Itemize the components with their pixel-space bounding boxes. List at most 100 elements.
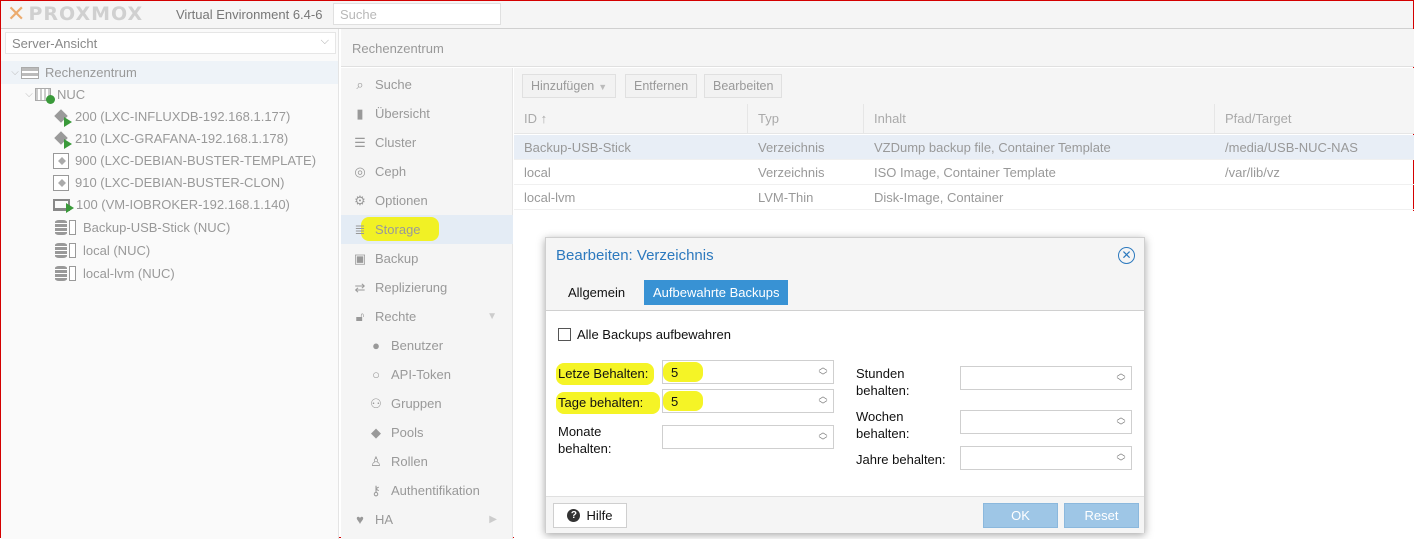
keep-yearly-input[interactable]: ︿ ﹀: [960, 446, 1132, 470]
menu-item-backup[interactable]: ▣ Backup: [341, 244, 513, 273]
book-icon: ▮: [356, 105, 364, 121]
content-title-text: Rechenzentrum: [352, 41, 444, 56]
version-label: Virtual Environment 6.4-6: [176, 7, 323, 22]
column-header-label: ID ↑: [524, 111, 548, 126]
tree-item-storage-local[interactable]: local (NUC): [1, 239, 338, 262]
ok-button[interactable]: OK: [983, 503, 1058, 528]
menu-item-optionen[interactable]: ⚙ Optionen: [341, 186, 513, 215]
column-header-type[interactable]: Typ: [748, 104, 864, 133]
tree-item-node[interactable]: ⌵ NUC: [1, 83, 338, 106]
menu-item-rollen[interactable]: ♙ Rollen: [341, 447, 513, 476]
menu-item-label: HA: [375, 512, 394, 527]
database-icon: ≣: [354, 221, 366, 237]
menu-item-replizierung[interactable]: ⇄ Replizierung: [341, 273, 513, 302]
menu-item-cluster[interactable]: ☰ Cluster: [341, 128, 513, 157]
edit-directory-dialog: Bearbeiten: Verzeichnis ✕ Allgemein Aufb…: [545, 237, 1145, 533]
unlock-icon: 🔓︎: [355, 308, 365, 324]
column-header-path[interactable]: Pfad/Target: [1215, 104, 1414, 133]
cell-type: LVM-Thin: [758, 189, 814, 205]
user-icon: ●: [372, 337, 380, 353]
tree-item-label: 200 (LXC-INFLUXDB-192.168.1.177): [75, 109, 291, 124]
tree-item-ct-900[interactable]: 900 (LXC-DEBIAN-BUSTER-TEMPLATE): [1, 149, 338, 172]
chevron-down-icon: ▼: [598, 82, 608, 92]
column-header-id[interactable]: ID ↑: [514, 104, 748, 133]
tree-item-vm-100[interactable]: 100 (VM-IOBROKER-192.168.1.140): [1, 193, 338, 216]
tree-item-ct-210[interactable]: 210 (LXC-GRAFANA-192.168.1.178): [1, 127, 338, 150]
add-button[interactable]: Hinzufügen ▼: [522, 74, 617, 98]
gear-icon: ⚙: [354, 192, 366, 208]
collapse-icon[interactable]: ⌵: [23, 89, 35, 100]
keep-all-checkbox[interactable]: Alle Backups aufbewahren: [558, 327, 731, 342]
keep-weekly-input[interactable]: ︿ ﹀: [960, 410, 1132, 434]
floppy-icon: ▣: [353, 250, 367, 266]
datacenter-menu: ⌕ Suche ▮ Übersicht ☰ Cluster ◎ Ceph ⚙ Option…: [341, 68, 513, 539]
menu-item-ha[interactable]: ♥ HA ▶: [341, 505, 513, 534]
edit-button[interactable]: Bearbeiten: [704, 74, 783, 98]
remove-button[interactable]: Entfernen: [625, 74, 698, 98]
menu-item-label: Pools: [391, 425, 424, 440]
collapse-icon[interactable]: ⌵: [9, 67, 21, 78]
keep-last-input[interactable]: 5 ︿ ﹀: [662, 360, 834, 384]
cell-id: local-lvm: [524, 189, 576, 205]
search-input[interactable]: [333, 3, 501, 25]
key-icon: ⚷: [371, 482, 381, 498]
table-row[interactable]: local-lvm LVM-Thin Disk-Image, Container: [514, 185, 1414, 210]
column-header-content[interactable]: Inhalt: [864, 104, 1215, 133]
tree-item-ct-910[interactable]: 910 (LXC-DEBIAN-BUSTER-CLON): [1, 171, 338, 194]
chevron-down-icon: ⌵: [320, 35, 329, 47]
menu-item-label: Ceph: [375, 164, 407, 179]
keep-daily-value: 5: [671, 394, 679, 409]
tree-item-label: local (NUC): [83, 243, 151, 258]
tree-item-label: 900 (LXC-DEBIAN-BUSTER-TEMPLATE): [75, 153, 317, 168]
chevron-right-icon: ▶: [489, 514, 497, 525]
menu-item-benutzer[interactable]: ● Benutzer: [341, 331, 513, 360]
spinner-arrows-icon[interactable]: ︿ ﹀: [817, 363, 829, 381]
spinner-arrows-icon[interactable]: ︿ ﹀: [1115, 413, 1127, 431]
tab-general[interactable]: Allgemein: [559, 280, 634, 305]
view-select-value: Server-Ansicht: [12, 36, 98, 51]
spinner-arrows-icon[interactable]: ︿ ﹀: [817, 392, 829, 410]
tree-item-storage-backup[interactable]: Backup-USB-Stick (NUC): [1, 216, 338, 239]
menu-item-storage[interactable]: ≣ Storage: [341, 215, 513, 244]
node-icon: [35, 88, 55, 104]
spinner-arrows-icon[interactable]: ︿ ﹀: [1115, 449, 1127, 467]
column-header-label: Inhalt: [874, 111, 906, 126]
reset-button-label: Reset: [1084, 508, 1119, 523]
reset-button[interactable]: Reset: [1064, 503, 1139, 528]
cell-path: /media/USB-NUC-NAS: [1225, 139, 1358, 155]
tree-item-datacenter[interactable]: ⌵ Rechenzentrum: [1, 61, 338, 84]
table-row[interactable]: local Verzeichnis ISO Image, Container T…: [514, 160, 1414, 185]
menu-item-rechte[interactable]: 🔓︎ Rechte ▼: [341, 302, 513, 331]
dialog-body: Alle Backups aufbewahren Letze Behalten:…: [546, 311, 1144, 496]
keep-all-label: Alle Backups aufbewahren: [577, 327, 731, 342]
keep-hourly-label: Stunden behalten:: [856, 366, 910, 398]
table-row[interactable]: Backup-USB-Stick Verzeichnis VZDump back…: [514, 135, 1414, 160]
menu-item-api-token[interactable]: ○ API-Token: [341, 360, 513, 389]
menu-item-suche[interactable]: ⌕ Suche: [341, 70, 513, 99]
storage-icon: [55, 266, 76, 281]
tab-retention[interactable]: Aufbewahrte Backups: [644, 280, 789, 305]
menu-item-pools[interactable]: ◆ Pools: [341, 418, 513, 447]
tree-item-storage-local-lvm[interactable]: local-lvm (NUC): [1, 262, 338, 285]
menu-item-label: Authentifikation: [391, 483, 480, 498]
close-icon[interactable]: ✕: [1118, 247, 1135, 264]
tab-label: Aufbewahrte Backups: [653, 285, 780, 300]
storage-toolbar: Hinzufügen ▼ Entfernen Bearbeiten: [514, 68, 1414, 104]
menu-item-gruppen[interactable]: ⚇ Gruppen: [341, 389, 513, 418]
cell-content: VZDump backup file, Container Template: [874, 139, 1111, 155]
checkbox-box[interactable]: [558, 328, 571, 341]
spinner-arrows-icon[interactable]: ︿ ﹀: [817, 428, 829, 446]
spinner-arrows-icon[interactable]: ︿ ﹀: [1115, 369, 1127, 387]
heartbeat-icon: ♥: [356, 511, 364, 527]
menu-item-ceph[interactable]: ◎ Ceph: [341, 157, 513, 186]
menu-item-authentifikation[interactable]: ⚷ Authentifikation: [341, 476, 513, 505]
tree-item-label: local-lvm (NUC): [83, 266, 175, 281]
menu-item-uebersicht[interactable]: ▮ Übersicht: [341, 99, 513, 128]
keep-monthly-input[interactable]: ︿ ﹀: [662, 425, 834, 449]
view-select[interactable]: Server-Ansicht ⌵: [5, 32, 336, 54]
help-button[interactable]: ? Hilfe: [553, 503, 627, 528]
tree-item-ct-200[interactable]: 200 (LXC-INFLUXDB-192.168.1.177): [1, 105, 338, 128]
storage-icon: [55, 220, 76, 235]
keep-hourly-input[interactable]: ︿ ﹀: [960, 366, 1132, 390]
keep-daily-input[interactable]: 5 ︿ ﹀: [662, 389, 834, 413]
